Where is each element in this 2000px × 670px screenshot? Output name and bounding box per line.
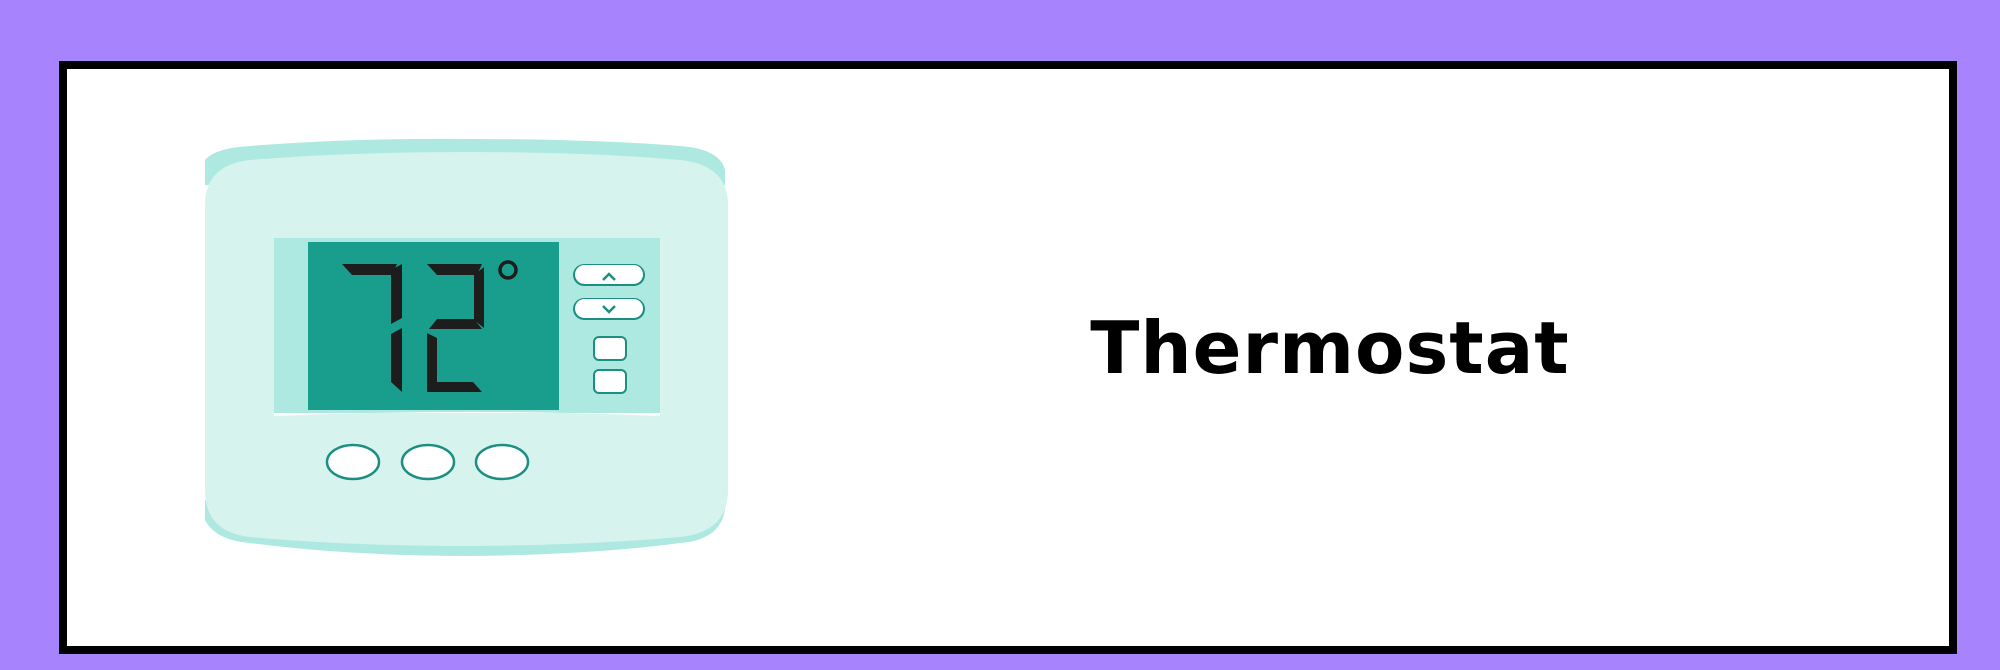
bottom-button-2[interactable] xyxy=(400,443,456,481)
down-button[interactable] xyxy=(573,298,645,320)
fan-button[interactable] xyxy=(593,369,627,394)
up-button[interactable] xyxy=(573,264,645,286)
bottom-button-3[interactable] xyxy=(474,443,530,481)
bottom-button-1[interactable] xyxy=(325,443,381,481)
mode-button[interactable] xyxy=(593,336,627,361)
page-title: Thermostat xyxy=(1090,306,1570,390)
